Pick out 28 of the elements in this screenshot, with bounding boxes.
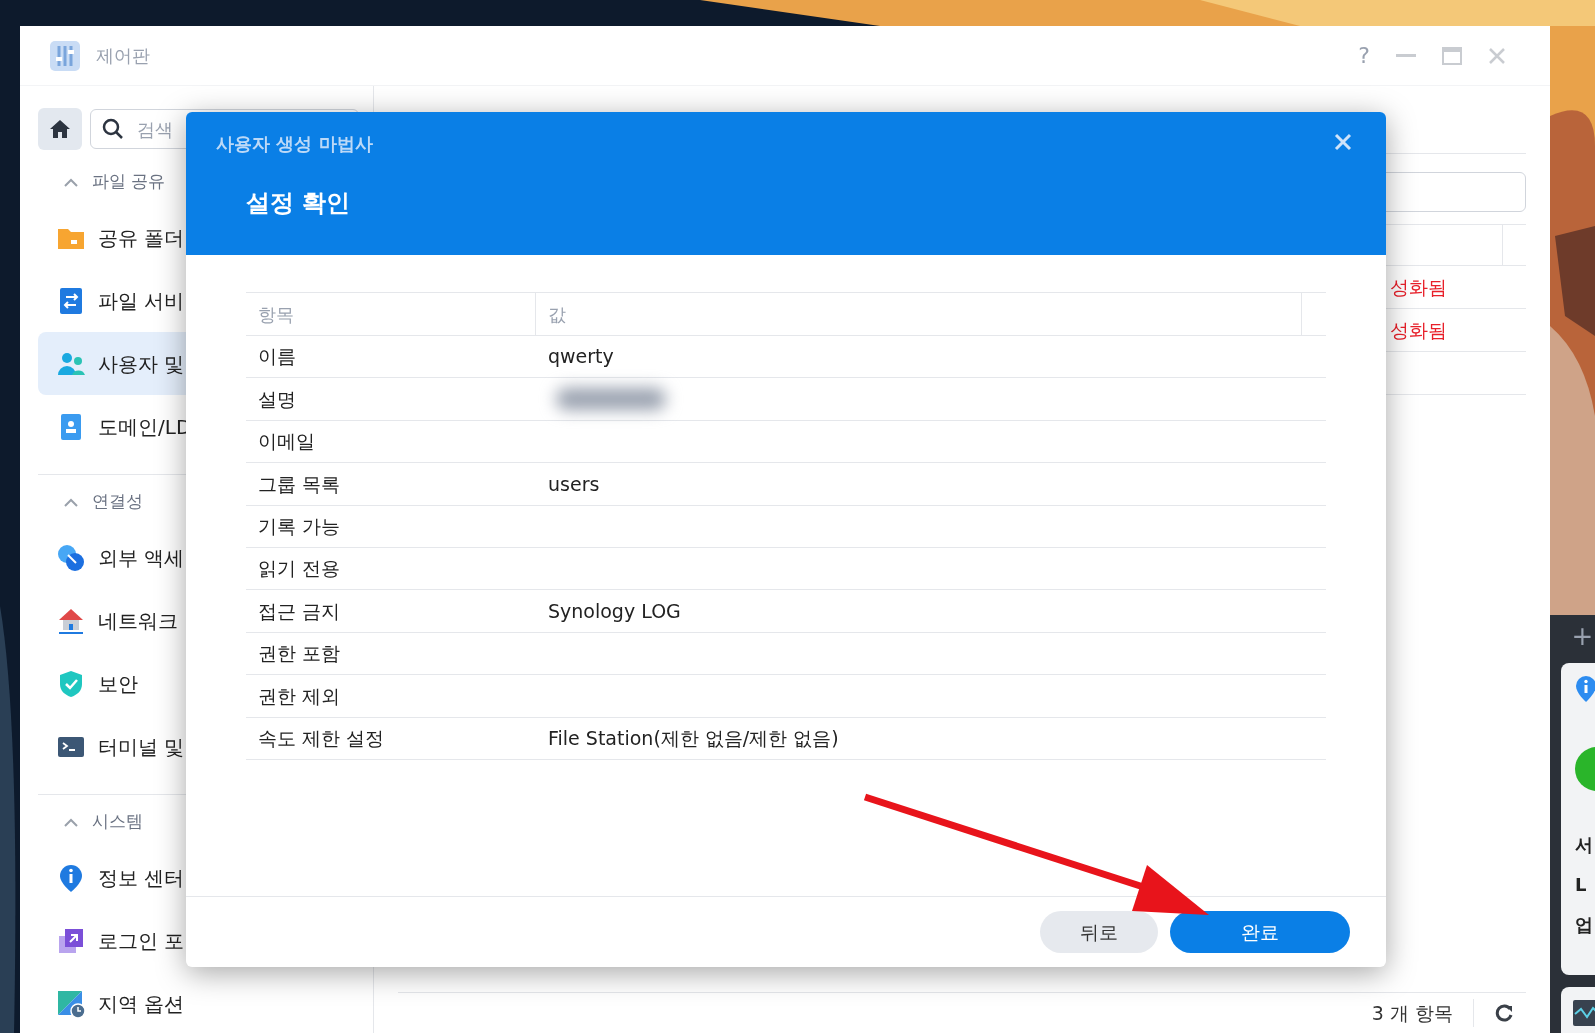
table-cell-text: Synology LOG (547, 598, 682, 624)
table-cell-text: 이메일 (257, 429, 316, 455)
section-title: 시스템 (92, 810, 143, 834)
status-text: 성화됨 (1390, 317, 1447, 343)
status-text: 성화됨 (1390, 274, 1447, 300)
table-cell-text: 권한 제외 (257, 683, 342, 709)
column-header: 값 (536, 293, 1302, 335)
table-cell-text: File Station(제한 없음/제한 없음) (547, 725, 840, 751)
dialog-title: 설정 확인 (246, 189, 351, 217)
item-count: 3 개 항목 (1371, 1000, 1453, 1026)
column-header: 항목 (246, 293, 536, 335)
table-cell-text: 권한 포함 (257, 641, 342, 667)
widget-text: 서 (1575, 833, 1594, 857)
table-cell-text: 이름 (257, 344, 297, 370)
table-cell-text: 읽기 전용 (257, 556, 342, 582)
table-cell-text: 설명 (257, 386, 297, 412)
table-cell-text: 그룹 목록 (257, 471, 342, 497)
table-cell-text: users (547, 471, 601, 497)
widget-text: L (1575, 873, 1588, 897)
dialog-subtitle: 사용자 생성 마법사 (216, 133, 373, 154)
section-title: 파일 공유 (92, 170, 166, 194)
table-cell-text: 기록 가능 (257, 514, 342, 539)
table-cell-text: qwerty (547, 344, 615, 370)
widget-text: 업 (1575, 913, 1594, 937)
window-title: 제어판 (96, 44, 150, 68)
table-cell-text: 접근 금지 (257, 598, 342, 624)
table-cell-text: 속도 제한 설정 (257, 725, 386, 751)
section-title: 연결성 (92, 490, 143, 514)
